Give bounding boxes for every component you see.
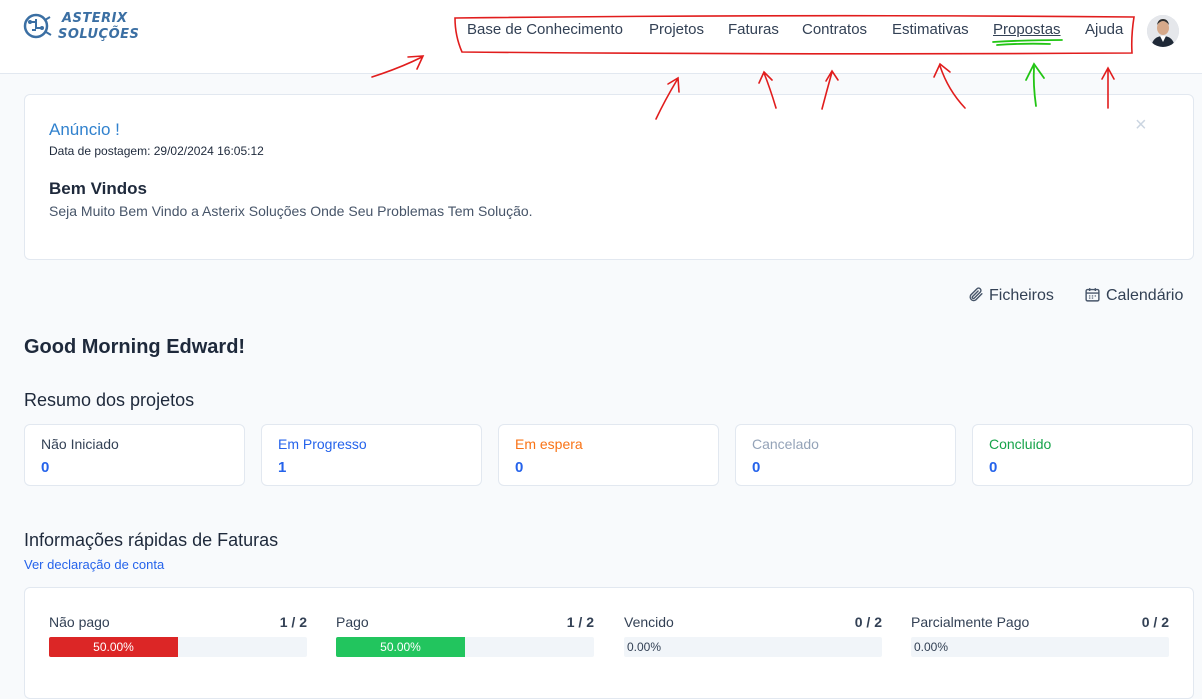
nav-knowledge-base[interactable]: Base de Conhecimento [467, 21, 623, 38]
project-status-card[interactable]: Em espera 0 [498, 424, 719, 486]
announcement-title: Anúncio ! [49, 120, 120, 139]
calendar-icon [1085, 288, 1100, 302]
project-status-label: Em espera [515, 436, 583, 452]
progress-percent: 50.00% [93, 640, 134, 654]
close-icon[interactable]: × [1135, 115, 1147, 135]
invoice-stat-label: Vencido [624, 614, 674, 630]
progress-percent: 0.00% [914, 640, 949, 654]
nav-projects[interactable]: Projetos [649, 21, 704, 38]
account-statement-link[interactable]: Ver declaração de conta [24, 557, 164, 572]
project-status-card[interactable]: Em Progresso 1 [261, 424, 482, 486]
project-status-count: 0 [41, 459, 50, 476]
nav-proposals[interactable]: Propostas [993, 21, 1061, 38]
project-status-count: 1 [278, 459, 287, 476]
announcement-date: Data de postagem: 29/02/2024 16:05:12 [49, 144, 264, 158]
invoice-stat-label: Parcialmente Pago [911, 614, 1030, 630]
progress-percent: 0.00% [627, 640, 662, 654]
files-link[interactable]: Ficheiros [967, 286, 1054, 305]
brand-line2: SOLUÇÕES [58, 27, 140, 42]
nav-estimates[interactable]: Estimativas [892, 21, 969, 38]
project-status-label: Concluido [989, 436, 1052, 452]
project-status-label: Em Progresso [278, 436, 367, 452]
progress-bar: 0.00% [624, 637, 882, 657]
circuit-brain-icon [23, 13, 52, 39]
invoice-stat-count: 0 / 2 [854, 614, 882, 630]
invoices-panel: Não pago 1 / 2 50.00% Pago 1 / 2 50.00% … [24, 587, 1194, 699]
projects-summary-title: Resumo dos projetos [24, 390, 195, 410]
project-status-card[interactable]: Não Iniciado 0 [24, 424, 245, 486]
invoice-stat-count: 1 / 2 [566, 614, 594, 630]
progress-bar: 50.00% [49, 637, 307, 657]
brand-logo[interactable]: ASTERIX SOLUÇÕES [22, 10, 139, 50]
nav-contracts[interactable]: Contratos [802, 21, 867, 38]
top-header: ASTERIX SOLUÇÕES Base de Conhecimento Pr… [0, 0, 1202, 74]
announcement-card: Anúncio ! Data de postagem: 29/02/2024 1… [24, 94, 1194, 260]
announcement-body: Seja Muito Bem Vindo a Asterix Soluções … [49, 203, 533, 219]
invoices-info-title: Informações rápidas de Faturas [24, 530, 279, 550]
progress-bar: 0.00% [911, 637, 1169, 657]
project-status-card[interactable]: Concluido 0 [972, 424, 1193, 486]
calendar-label: Calendário [1106, 287, 1184, 304]
invoice-stat-label: Pago [336, 614, 369, 630]
user-avatar[interactable] [1147, 15, 1179, 47]
project-status-label: Não Iniciado [41, 436, 119, 452]
project-status-count: 0 [515, 459, 524, 476]
project-status-count: 0 [989, 459, 998, 476]
files-label: Ficheiros [989, 287, 1054, 304]
announcement-heading: Bem Vindos [49, 179, 147, 198]
nav-invoices[interactable]: Faturas [728, 21, 779, 38]
progress-bar: 50.00% [336, 637, 594, 657]
project-status-label: Cancelado [752, 436, 819, 452]
brand-line1: ASTERIX [62, 11, 128, 26]
project-status-count: 0 [752, 459, 761, 476]
paperclip-icon [969, 287, 983, 302]
progress-percent: 50.00% [380, 640, 421, 654]
greeting-heading: Good Morning Edward! [24, 336, 246, 358]
invoice-stat-count: 0 / 2 [1141, 614, 1169, 630]
invoice-stat-label: Não pago [49, 614, 110, 630]
project-status-card[interactable]: Cancelado 0 [735, 424, 956, 486]
invoice-stat-count: 1 / 2 [279, 614, 307, 630]
nav-help[interactable]: Ajuda [1085, 21, 1123, 38]
calendar-link[interactable]: Calendário [1084, 286, 1183, 305]
user-photo-icon [1147, 15, 1179, 47]
